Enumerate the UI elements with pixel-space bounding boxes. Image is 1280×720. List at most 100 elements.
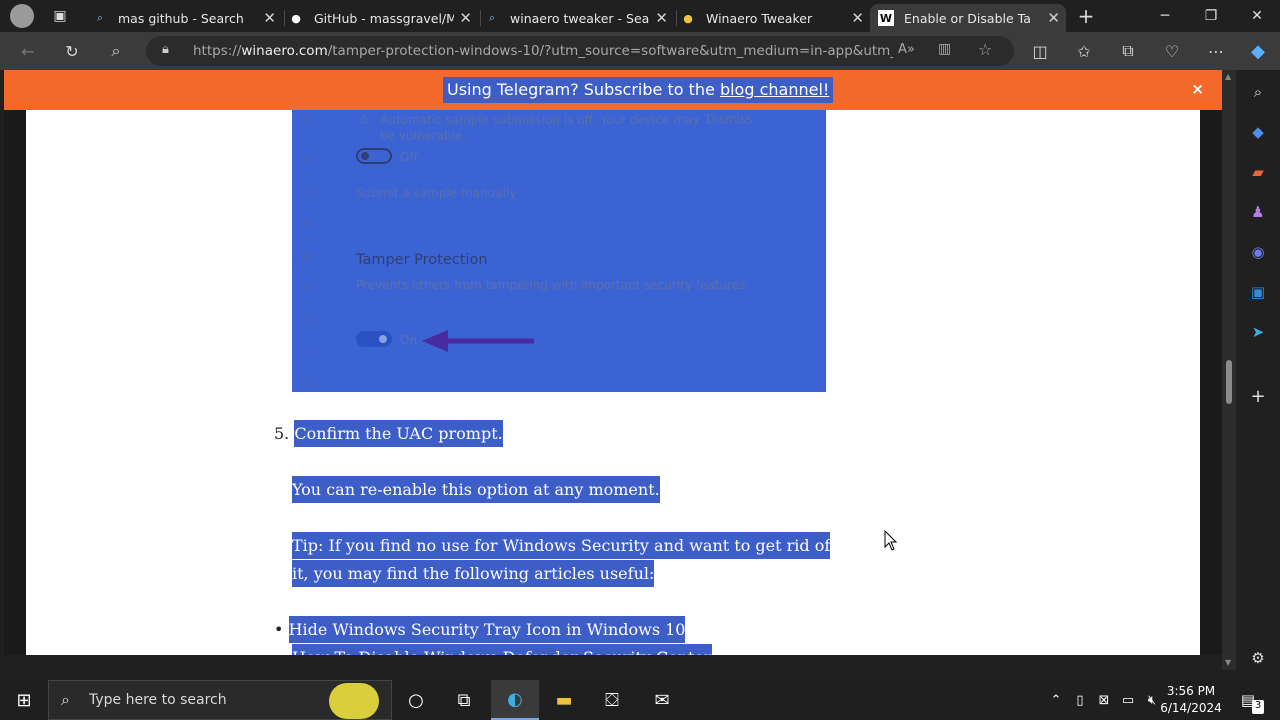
arrow-pointer-icon: [422, 330, 534, 352]
url-text[interactable]: https://winaero.com/tamper-protection-wi…: [193, 43, 893, 59]
clock-date: 6/14/2024: [1160, 701, 1222, 715]
banner-message: Using Telegram? Subscribe to the blog ch…: [443, 77, 834, 103]
tamper-description: Prevents others from tampering with impo…: [356, 278, 750, 292]
telegram-icon[interactable]: ➤: [1248, 322, 1268, 342]
meet-now-icon[interactable]: ▯: [1068, 688, 1092, 712]
tab-title: mas github - Search: [118, 10, 244, 26]
tab-title: Winaero Tweaker: [706, 10, 813, 26]
tab-winaero-tweaker-search[interactable]: ⌕ winaero tweaker - Searc ✕: [484, 4, 674, 32]
sidebar-settings-icon[interactable]: ⚙: [1248, 648, 1268, 668]
health-icon: ♡: [302, 344, 313, 358]
close-tab-icon[interactable]: ✕: [851, 9, 864, 27]
collections-icon[interactable]: ⧉: [1114, 38, 1142, 64]
banner-text: Using Telegram? Subscribe to the: [447, 80, 720, 99]
scroll-down-icon[interactable]: ▼: [1225, 658, 1231, 667]
reenable-text: You can re-enable this option at any mom…: [292, 476, 660, 503]
bullet-icon: •: [274, 620, 284, 639]
windows-start-icon[interactable]: ⊞: [12, 688, 36, 712]
profile-avatar-icon[interactable]: [10, 4, 34, 28]
add-sidebar-app-icon[interactable]: +: [1248, 386, 1268, 407]
off-label: Off: [400, 150, 418, 164]
hide-tray-icon-link[interactable]: Hide Windows Security Tray Icon in Windo…: [288, 616, 686, 643]
github-icon: ●: [291, 11, 301, 25]
scroll-thumb[interactable]: [1226, 360, 1232, 404]
tip-paragraph-line1: Tip: If you find no use for Windows Secu…: [292, 532, 831, 560]
tamper-protection-screenshot: ☰ ⌂ ◯ ♙ ⦿ ▭ ▢ ♡ ⚇ ⚠ Automatic sample sub…: [292, 110, 826, 392]
url-path: /tamper-protection-windows-10/?utm_sourc…: [327, 43, 893, 59]
banner-close-button[interactable]: ×: [1191, 80, 1204, 98]
dismiss-link: Dismiss: [706, 112, 753, 126]
tab-actions-icon[interactable]: ▣: [48, 4, 72, 28]
task-view-icon[interactable]: ⧉: [452, 688, 476, 712]
read-aloud-icon[interactable]: A»: [898, 42, 915, 57]
copilot-icon[interactable]: ◆: [1244, 38, 1272, 64]
refresh-icon[interactable]: ↻: [58, 38, 86, 64]
microsoft-store-icon[interactable]: ⛋: [600, 688, 624, 712]
page-scrollbar[interactable]: ▲ ▼: [1222, 70, 1236, 670]
shield-icon: ◯: [302, 184, 316, 198]
scroll-up-icon[interactable]: ▲: [1225, 72, 1231, 81]
edge-sidebar: ⌕ ◆ ▰ ♟ ◉ ▣ ➤ + ⚙: [1236, 70, 1280, 680]
close-tab-icon[interactable]: ✕: [655, 9, 668, 27]
sample-toggle: [356, 148, 392, 164]
mail-icon[interactable]: ✉: [650, 688, 674, 712]
list-item[interactable]: • Hide Windows Security Tray Icon in Win…: [274, 616, 686, 644]
games-icon[interactable]: ♟: [1248, 202, 1268, 222]
url-prefix: https://: [193, 43, 242, 59]
close-window-icon[interactable]: ✕: [1234, 0, 1280, 32]
outlook-icon[interactable]: ▣: [1248, 282, 1268, 302]
minimize-icon[interactable]: ─: [1142, 0, 1188, 32]
bing-search-icon: ⌕: [488, 11, 496, 24]
back-icon[interactable]: ←: [14, 38, 42, 64]
split-screen-icon[interactable]: ◫: [1026, 38, 1054, 64]
step-5-line: 5. Confirm the UAC prompt.: [274, 420, 503, 448]
search-icon[interactable]: ⌕: [102, 38, 130, 64]
blog-channel-link[interactable]: blog channel!: [720, 80, 829, 99]
tab-winaero-tweaker[interactable]: ● Winaero Tweaker ✕: [680, 4, 870, 32]
browser-window: ▣ ⌕ mas github - Search ✕ ● GitHub - mas…: [0, 0, 1280, 720]
more-menu-icon[interactable]: ⋯: [1202, 38, 1230, 64]
immersive-reader-icon[interactable]: ▥: [938, 41, 951, 57]
favorites-icon[interactable]: ✩: [1070, 38, 1098, 64]
system-clock[interactable]: 3:56 PM 6/14/2024: [1160, 683, 1222, 717]
on-label: On: [400, 333, 418, 347]
lock-icon[interactable]: 🔒︎: [162, 42, 169, 57]
close-tab-icon[interactable]: ✕: [459, 9, 472, 27]
taskbar-search-box[interactable]: ⌕ Type here to search: [48, 680, 392, 720]
tools-briefcase-icon[interactable]: ▰: [1248, 162, 1268, 182]
url-host: winaero.com: [241, 43, 328, 59]
disable-defender-link[interactable]: How To Disable Windows Defender Security…: [292, 644, 712, 655]
microsoft-365-icon[interactable]: ◉: [1248, 242, 1268, 262]
edge-taskbar-icon[interactable]: ◐: [491, 680, 539, 720]
file-explorer-icon[interactable]: ▬: [552, 688, 576, 712]
tab-title: GitHub - massgravel/Mi: [314, 10, 454, 26]
tab-enable-disable-tamper[interactable]: W Enable or Disable Tampe ✕: [870, 4, 1066, 32]
favorite-star-icon[interactable]: ☆: [978, 40, 992, 59]
sample-warning-text: Automatic sample submission is off. Your…: [380, 113, 700, 143]
tab-strip: ▣ ⌕ mas github - Search ✕ ● GitHub - mas…: [0, 0, 1280, 32]
shopping-tag-icon[interactable]: ◆: [1248, 122, 1268, 142]
list-item[interactable]: How To Disable Windows Defender Security…: [292, 644, 712, 655]
tab-github-massgravel[interactable]: ● GitHub - massgravel/Mi ✕: [288, 4, 478, 32]
tamper-toggle: [356, 331, 392, 347]
show-hidden-icons-icon[interactable]: ⌃: [1044, 688, 1068, 712]
browser-essentials-icon[interactable]: ♡: [1158, 38, 1186, 64]
article-content: ☰ ⌂ ◯ ♙ ⦿ ▭ ▢ ♡ ⚇ ⚠ Automatic sample sub…: [26, 110, 1200, 655]
tamper-protection-heading: Tamper Protection: [356, 252, 488, 268]
new-tab-icon[interactable]: +: [1074, 4, 1098, 28]
step-text: Confirm the UAC prompt.: [294, 420, 503, 447]
hamburger-icon: ☰: [302, 112, 313, 126]
search-placeholder: Type here to search: [89, 692, 227, 708]
restore-icon[interactable]: ❐: [1188, 0, 1234, 32]
notification-count-badge: 3: [1252, 700, 1264, 714]
cortana-icon[interactable]: ○: [404, 688, 428, 712]
sidebar-search-icon[interactable]: ⌕: [1248, 82, 1268, 102]
close-tab-icon[interactable]: ✕: [1047, 9, 1060, 27]
network-disconnected-icon[interactable]: ▭: [1116, 688, 1140, 712]
address-bar[interactable]: 🔒︎ https://winaero.com/tamper-protection…: [146, 36, 1014, 66]
tab-mas-github-search[interactable]: ⌕ mas github - Search ✕: [92, 4, 282, 32]
warning-icon: ⚠: [358, 112, 369, 126]
security-alert-icon[interactable]: ⊠: [1092, 688, 1116, 712]
tab-title: winaero tweaker - Searc: [510, 10, 650, 26]
close-tab-icon[interactable]: ✕: [263, 9, 276, 27]
